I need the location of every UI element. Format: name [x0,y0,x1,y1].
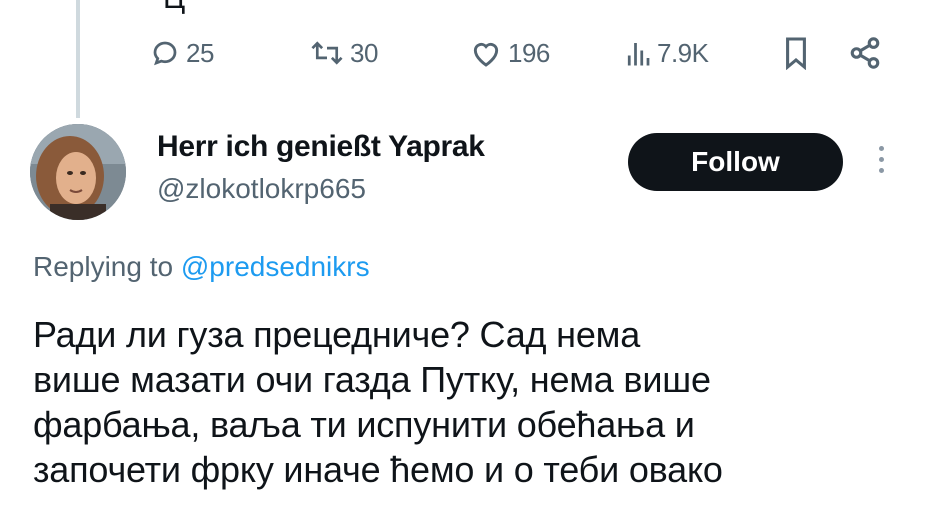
like-icon [473,42,499,67]
tweet-text-line: више мазати очи газда Путку, нема више [33,359,711,400]
more-icon[interactable] [876,146,886,180]
like-count: 196 [508,37,550,68]
user-photo [30,124,126,220]
cropped-previous-text: Ц [163,0,185,16]
repost-icon [311,41,343,65]
reply-icon [153,41,177,66]
bookmark-icon [786,37,806,70]
share-icon [850,37,880,69]
repost-button[interactable]: 30 [310,28,378,78]
replying-mention-link[interactable]: @predsednikrs [181,251,370,282]
reply-count: 25 [186,37,214,68]
avatar[interactable] [30,124,126,220]
replying-to: Replying to @predsednikrs [33,251,370,283]
tweet-text-line: Ради ли гуза прецедниче? Сад нема [33,314,641,355]
tweet-text-line: фарбања, ваља ти испунити обећања и [33,404,695,445]
views-icon [627,43,650,66]
share-button[interactable] [848,28,882,78]
replying-prefix: Replying to [33,251,174,282]
reply-button[interactable]: 25 [150,28,214,78]
bookmark-button[interactable] [782,28,810,78]
display-name[interactable]: Herr ich genießt Yaprak [157,130,485,164]
follow-button[interactable]: Follow [628,133,843,191]
tweet-text-line: започети фрку иначе ћемо и о теби овако [33,449,723,490]
repost-count: 30 [350,37,378,68]
views-button[interactable]: 7.9K [625,28,709,78]
user-handle[interactable]: @zlokotlokrp665 [157,173,366,205]
like-button[interactable]: 196 [470,28,550,78]
tweet-action-bar: 25 30 196 7.9K [0,28,930,78]
tweet-text: Ради ли гуза прецедниче? Сад нема више м… [33,312,913,492]
views-count: 7.9K [657,37,709,68]
